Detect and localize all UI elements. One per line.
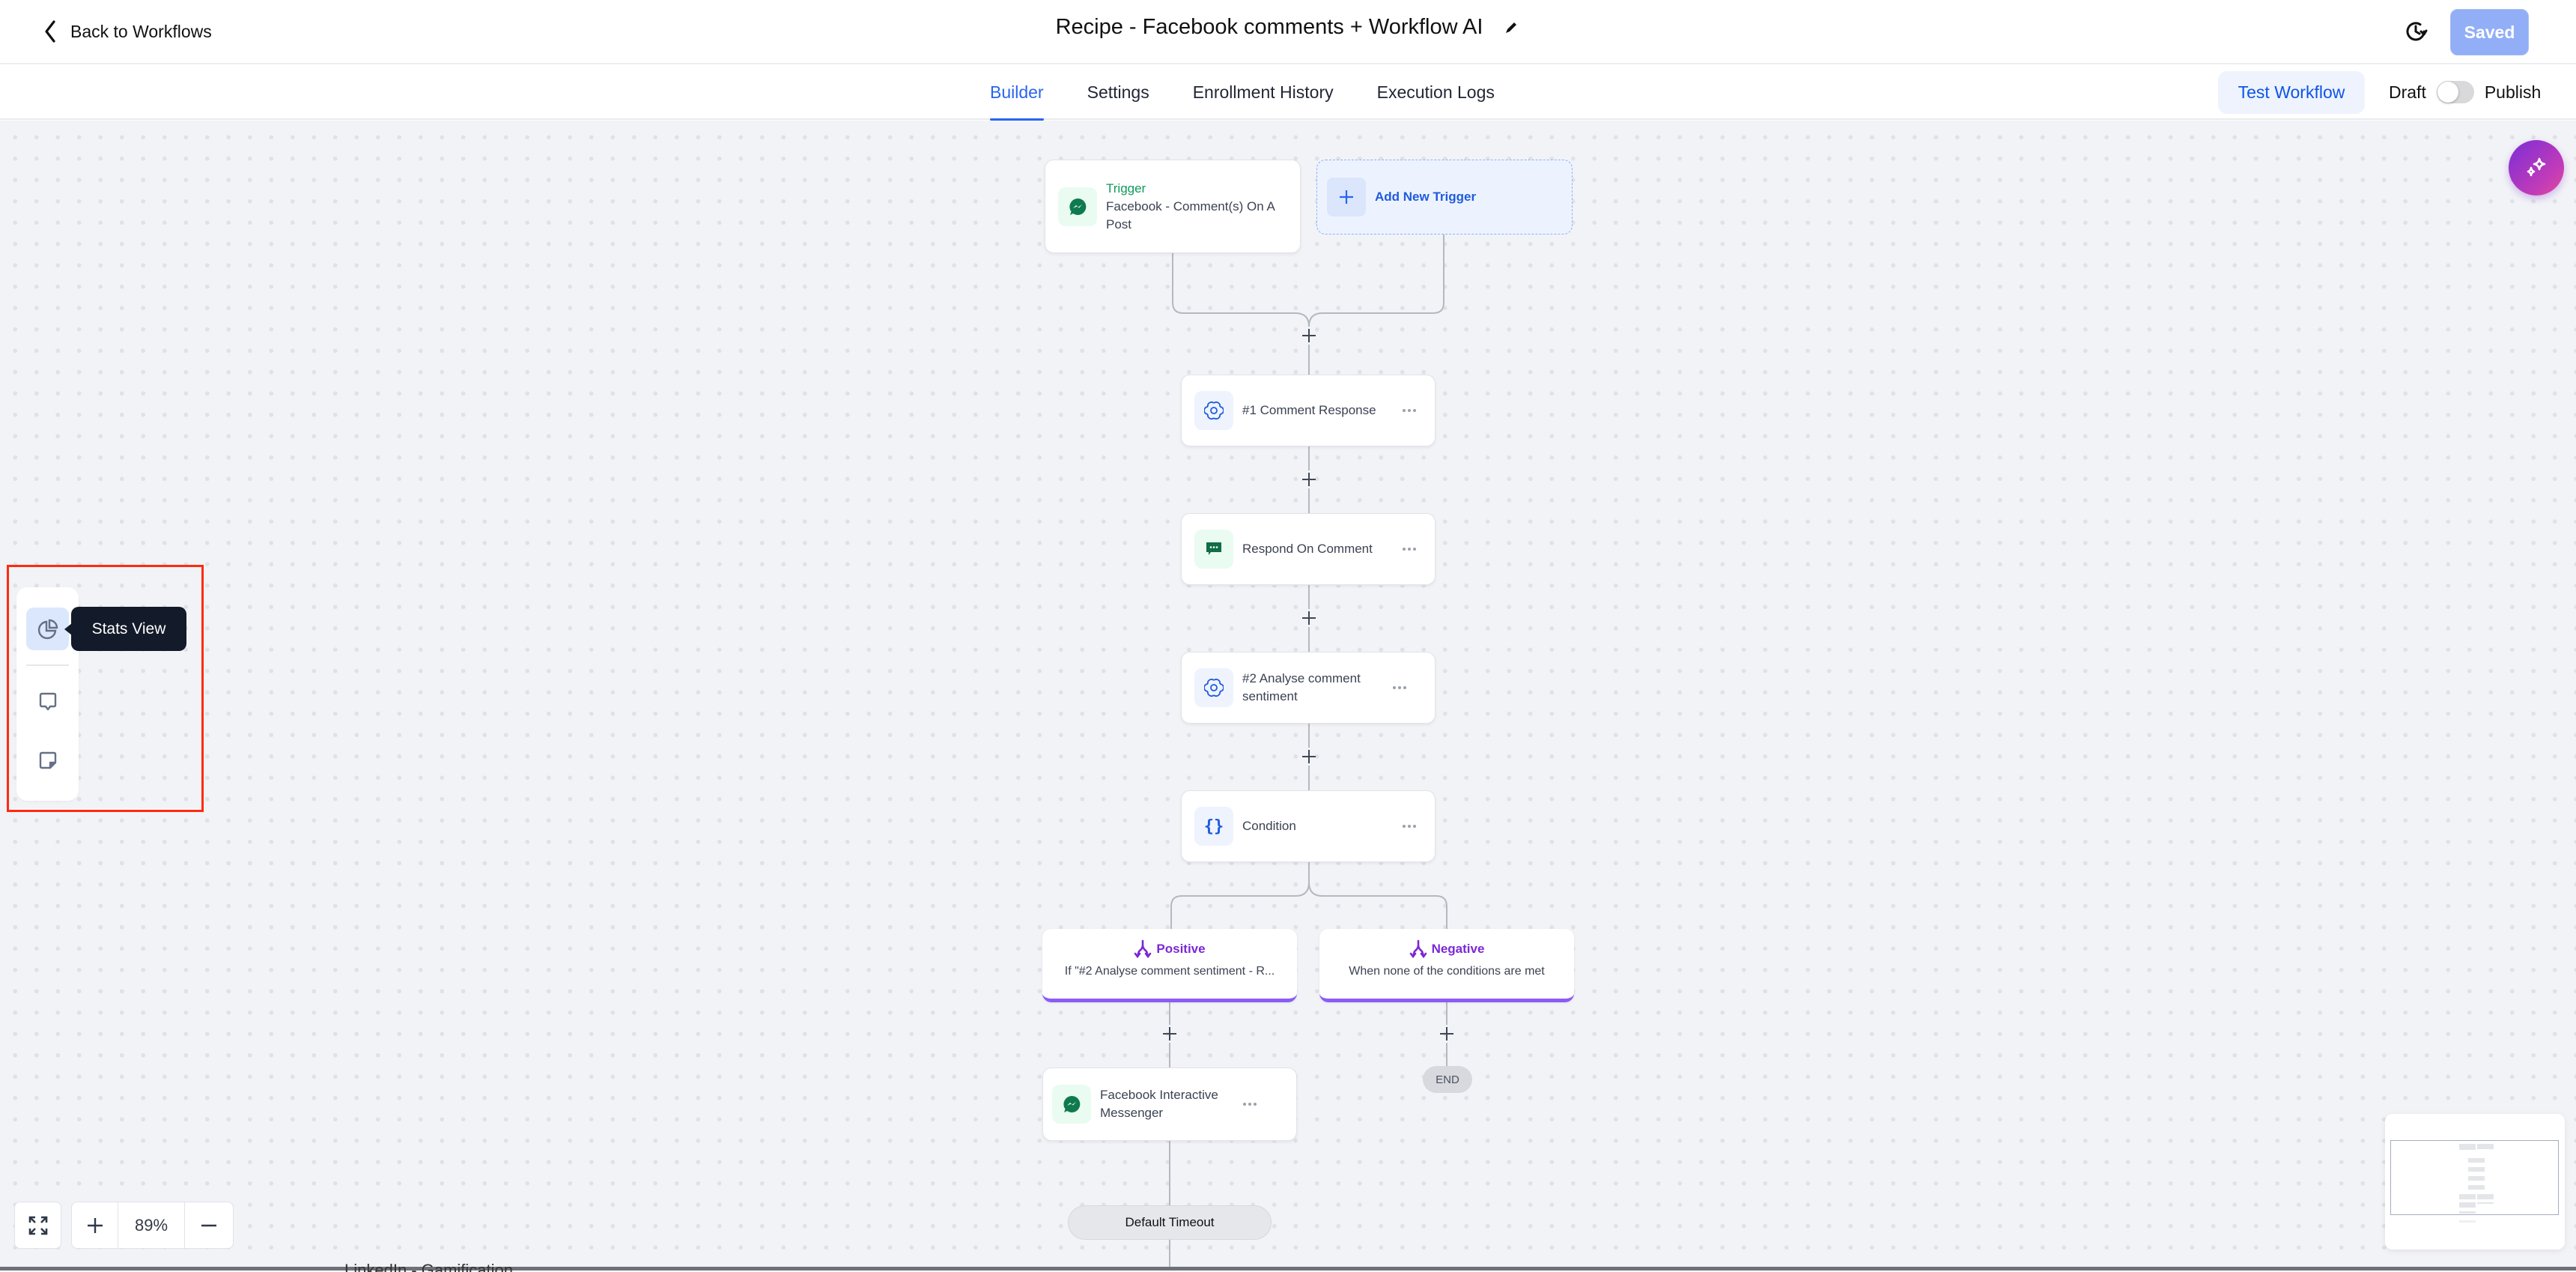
openai-icon <box>1194 391 1233 430</box>
sticky-note-icon <box>39 751 56 769</box>
comment-icon <box>39 692 56 710</box>
branch-positive[interactable]: Positive If "#2 Analyse comment sentimen… <box>1042 929 1297 1002</box>
chat-bubble-icon <box>1194 530 1233 569</box>
messenger-icon <box>1052 1085 1091 1124</box>
tab-settings[interactable]: Settings <box>1087 64 1149 120</box>
sticky-note-button[interactable] <box>26 739 69 781</box>
minimap-node <box>2477 1144 2494 1149</box>
step-name: #2 Analyse comment sentiment <box>1242 671 1361 703</box>
end-marker: END <box>1423 1066 1472 1093</box>
minimap[interactable] <box>2385 1114 2565 1250</box>
stats-view-tooltip: Stats View <box>64 607 186 651</box>
minimap-node <box>2459 1220 2476 1223</box>
step-name: #1 Comment Response <box>1242 403 1376 417</box>
tab-builder[interactable]: Builder <box>990 64 1044 121</box>
branch-name: Positive <box>1156 942 1206 956</box>
branch-negative[interactable]: Negative When none of the conditions are… <box>1319 929 1574 1002</box>
more-options-icon[interactable] <box>1385 686 1415 689</box>
add-trigger-label: Add New Trigger <box>1375 190 1477 204</box>
more-options-icon[interactable] <box>1394 825 1424 828</box>
add-step-button[interactable] <box>1299 608 1319 628</box>
more-options-icon[interactable] <box>1394 409 1424 412</box>
side-toolbar <box>16 587 79 801</box>
trigger-name: Facebook - Comment(s) On A Post <box>1106 199 1275 231</box>
zoom-in-button[interactable] <box>72 1202 119 1248</box>
messenger-icon <box>1058 187 1097 226</box>
minimap-node <box>2459 1144 2476 1150</box>
workflow-title: Recipe - Facebook comments + Workflow AI <box>1055 15 1483 39</box>
back-label: Back to Workflows <box>70 21 212 41</box>
top-bar: Back to Workflows Recipe - Facebook comm… <box>0 0 2576 64</box>
ai-assistant-button[interactable] <box>2509 140 2564 196</box>
add-step-button[interactable] <box>1299 326 1319 345</box>
trigger-node[interactable]: Trigger Facebook - Comment(s) On A Post <box>1045 160 1301 253</box>
tab-execution-logs[interactable]: Execution Logs <box>1377 64 1495 120</box>
minus-icon <box>201 1224 216 1226</box>
trigger-type-label: Trigger <box>1106 181 1146 196</box>
saved-button[interactable]: Saved <box>2450 9 2529 55</box>
stats-view-button[interactable] <box>26 608 69 650</box>
step-node-comment-response[interactable]: #1 Comment Response <box>1181 375 1436 446</box>
version-history-icon[interactable] <box>2401 16 2431 46</box>
step-name: Facebook Interactive Messenger <box>1100 1088 1218 1120</box>
add-step-button[interactable] <box>1160 1024 1179 1044</box>
zoom-level: 89% <box>118 1202 185 1248</box>
pencil-icon[interactable] <box>1502 19 1520 37</box>
expand-icon <box>28 1216 47 1235</box>
minimap-node <box>2468 1176 2485 1181</box>
minimap-node <box>2468 1158 2485 1163</box>
add-step-button[interactable] <box>1299 747 1319 766</box>
minimap-node <box>2468 1185 2485 1190</box>
step-name: Respond On Comment <box>1242 542 1373 556</box>
chevron-left-icon <box>45 20 55 43</box>
publish-toggle[interactable] <box>2436 81 2474 103</box>
branch-split-icon <box>1409 939 1427 959</box>
minimap-node <box>2477 1194 2494 1199</box>
step-node-respond-on-comment[interactable]: Respond On Comment <box>1181 513 1436 585</box>
branch-description: When none of the conditions are met <box>1349 965 1545 978</box>
step-node-analyse-sentiment[interactable]: #2 Analyse comment sentiment <box>1181 652 1436 724</box>
branch-split-icon <box>1134 939 1152 959</box>
minimap-node <box>2459 1211 2476 1214</box>
add-step-button[interactable] <box>1299 470 1319 489</box>
test-workflow-button[interactable]: Test Workflow <box>2218 71 2365 114</box>
minimap-node <box>2459 1202 2476 1208</box>
pie-chart-icon <box>37 619 58 639</box>
plus-icon <box>1327 178 1366 216</box>
comments-button[interactable] <box>26 680 69 723</box>
zoom-controls: 89% <box>71 1202 234 1249</box>
add-step-button[interactable] <box>1437 1024 1456 1044</box>
publish-label: Publish <box>2484 82 2542 102</box>
divider <box>26 664 69 666</box>
openai-icon <box>1194 668 1233 707</box>
branch-description: If "#2 Analyse comment sentiment - R... <box>1064 965 1275 978</box>
branch-name: Negative <box>1431 942 1485 956</box>
minimap-node <box>2468 1167 2485 1172</box>
minimap-node <box>2459 1194 2476 1199</box>
draft-label: Draft <box>2389 82 2426 102</box>
curly-braces-icon: {} <box>1194 807 1233 846</box>
back-to-workflows-link[interactable]: Back to Workflows <box>42 16 212 46</box>
step-node-facebook-messenger[interactable]: Facebook Interactive Messenger <box>1042 1067 1297 1141</box>
plus-icon <box>87 1217 103 1233</box>
fit-to-screen-button[interactable] <box>14 1202 61 1249</box>
more-options-icon[interactable] <box>1235 1103 1265 1106</box>
sparkles-icon <box>2527 157 2546 177</box>
default-timeout-button[interactable]: Default Timeout <box>1068 1205 1272 1240</box>
more-options-icon[interactable] <box>1394 548 1424 551</box>
step-node-condition[interactable]: {} Condition <box>1181 790 1436 862</box>
add-new-trigger-button[interactable]: Add New Trigger <box>1316 160 1573 234</box>
zoom-out-button[interactable] <box>185 1202 233 1248</box>
tab-enrollment-history[interactable]: Enrollment History <box>1193 64 1334 120</box>
minimap-node <box>2477 1202 2494 1204</box>
tab-bar: Builder Settings Enrollment History Exec… <box>0 64 2576 121</box>
step-name: Condition <box>1242 819 1296 833</box>
